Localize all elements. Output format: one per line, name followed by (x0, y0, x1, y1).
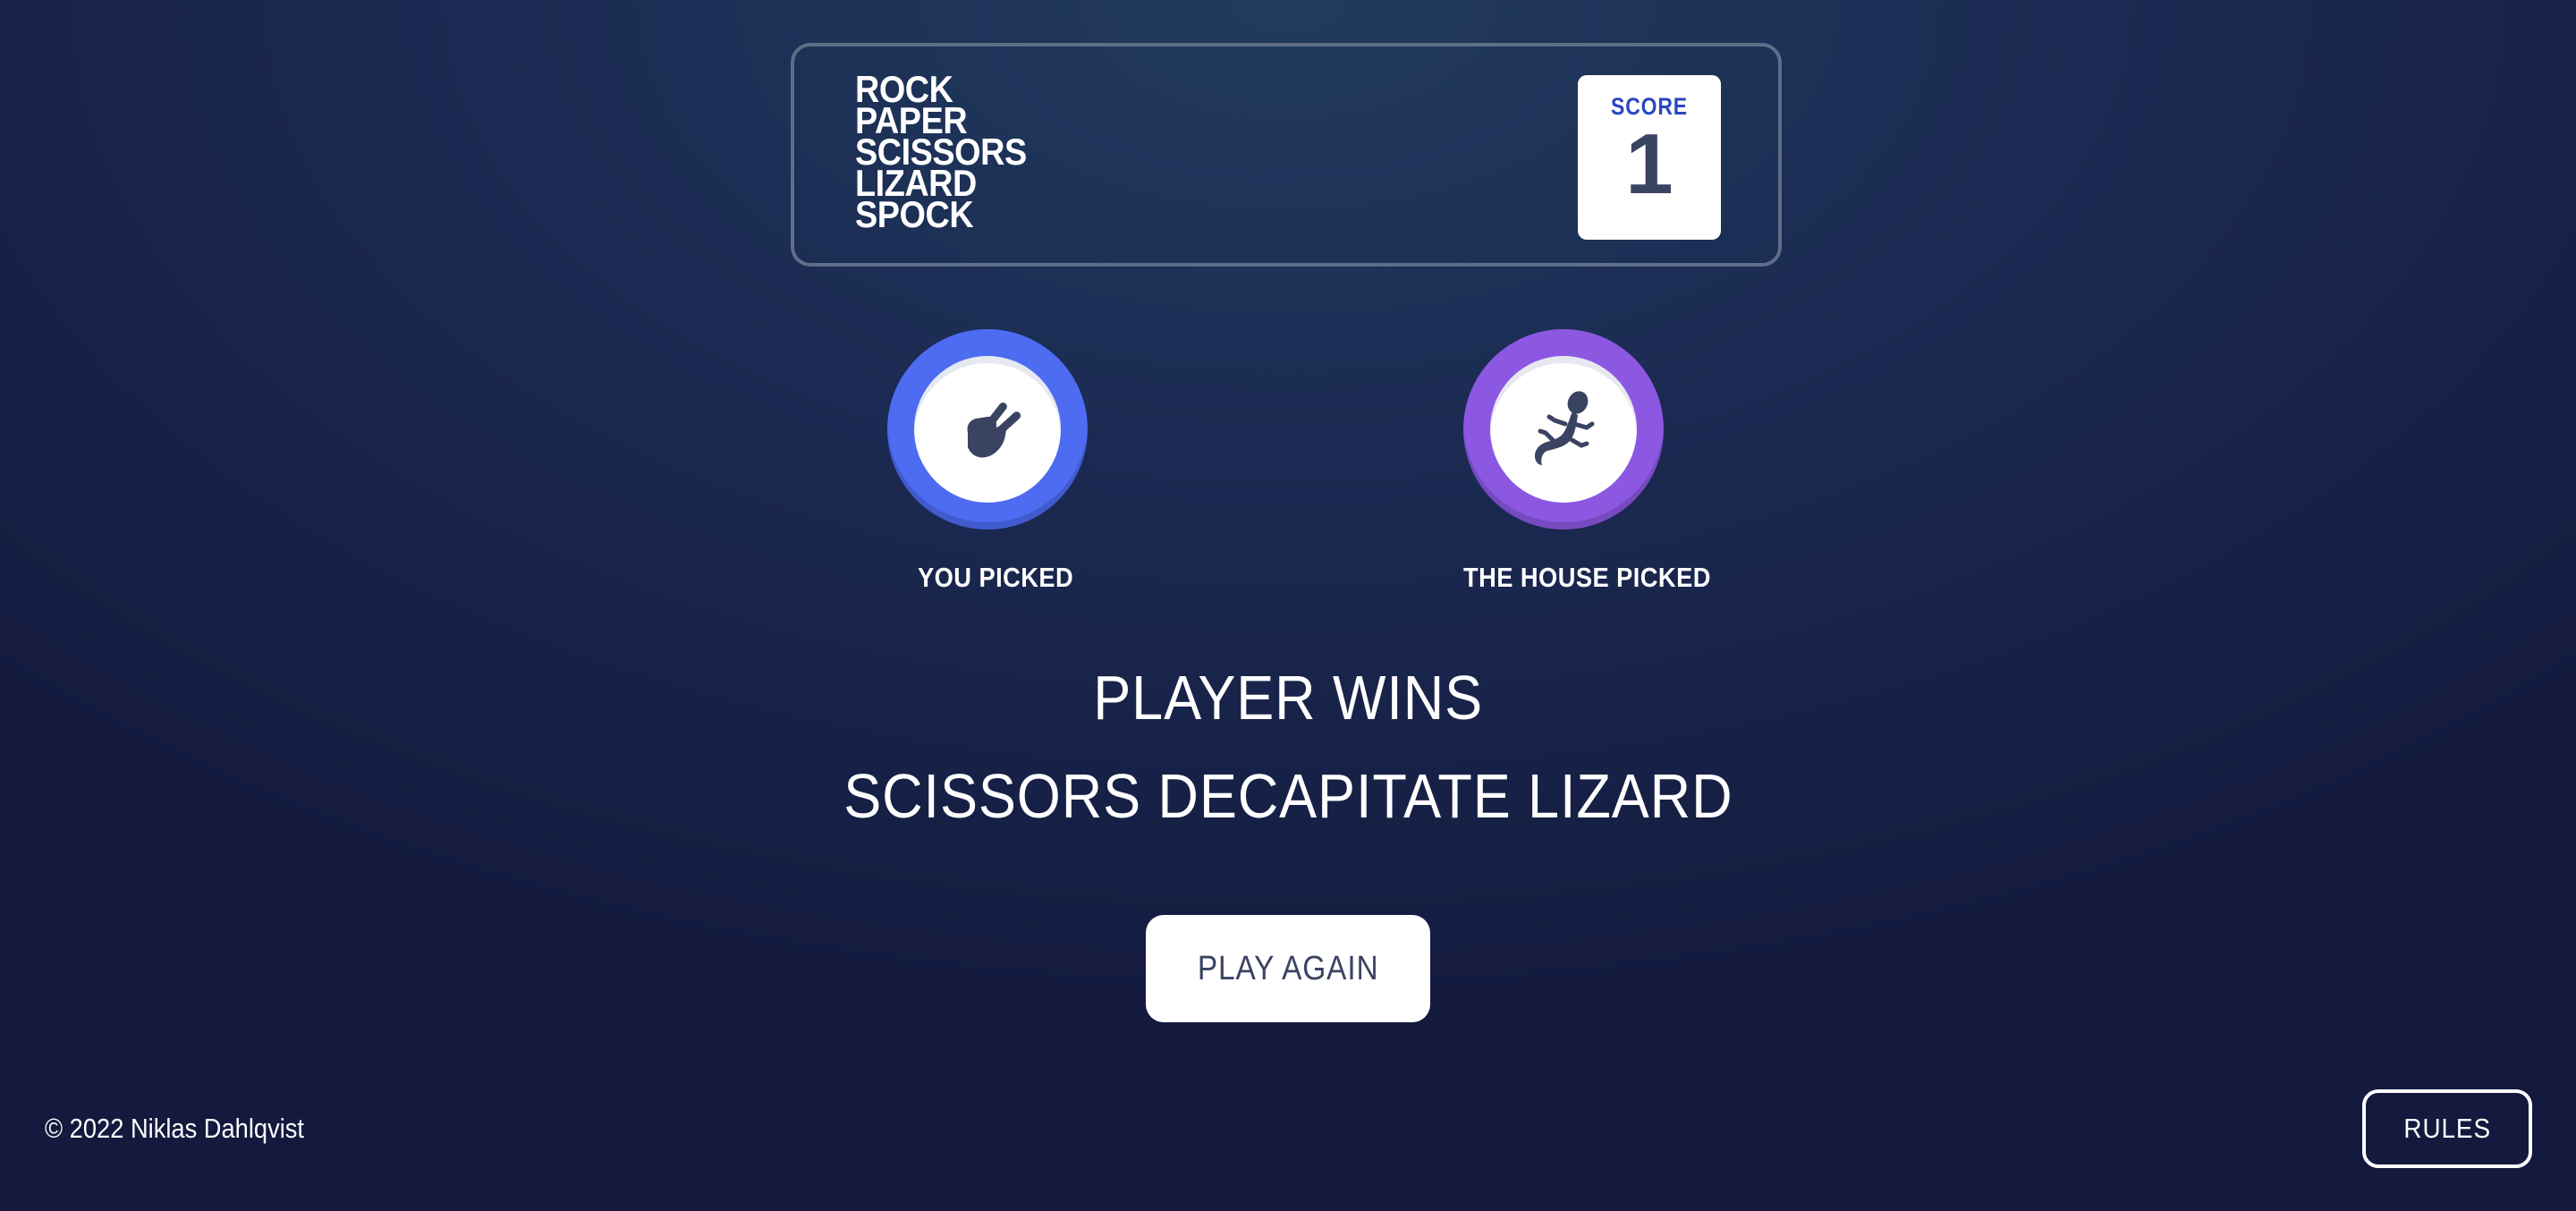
player-pick-token-inner (914, 356, 1061, 503)
game-screen: ROCK PAPER SCISSORS LIZARD SPOCK SCORE 1… (0, 0, 2576, 1211)
scissors-icon (967, 402, 1021, 458)
play-again-button[interactable]: PLAY AGAIN (1146, 915, 1430, 1022)
player-pick-token (887, 329, 1088, 529)
game-header: ROCK PAPER SCISSORS LIZARD SPOCK SCORE 1 (791, 43, 1782, 267)
score-box: SCORE 1 (1578, 75, 1721, 240)
lizard-icon (1535, 391, 1595, 465)
house-picked-label: THE HOUSE PICKED (1463, 562, 1711, 593)
house-pick-token-inner (1490, 356, 1637, 503)
result-reason: SCISSORS DECAPITATE LIZARD (0, 760, 2576, 832)
logo-line-spock: SPOCK (855, 193, 974, 235)
you-picked-label: YOU PICKED (918, 562, 1074, 593)
copyright-text: © 2022 Niklas Dahlqvist (45, 1113, 305, 1144)
score-value: 1 (1625, 116, 1674, 212)
rules-button[interactable]: RULES (2362, 1089, 2532, 1168)
result-reason-text: SCISSORS DECAPITATE LIZARD (843, 761, 1733, 831)
result-title-text: PLAYER WINS (1093, 663, 1483, 733)
rules-button-label: RULES (2403, 1113, 2491, 1144)
house-pick-token (1463, 329, 1664, 529)
result-title: PLAYER WINS (0, 662, 2576, 733)
game-logo: ROCK PAPER SCISSORS LIZARD SPOCK (855, 71, 1027, 235)
play-again-label: PLAY AGAIN (1197, 949, 1379, 987)
